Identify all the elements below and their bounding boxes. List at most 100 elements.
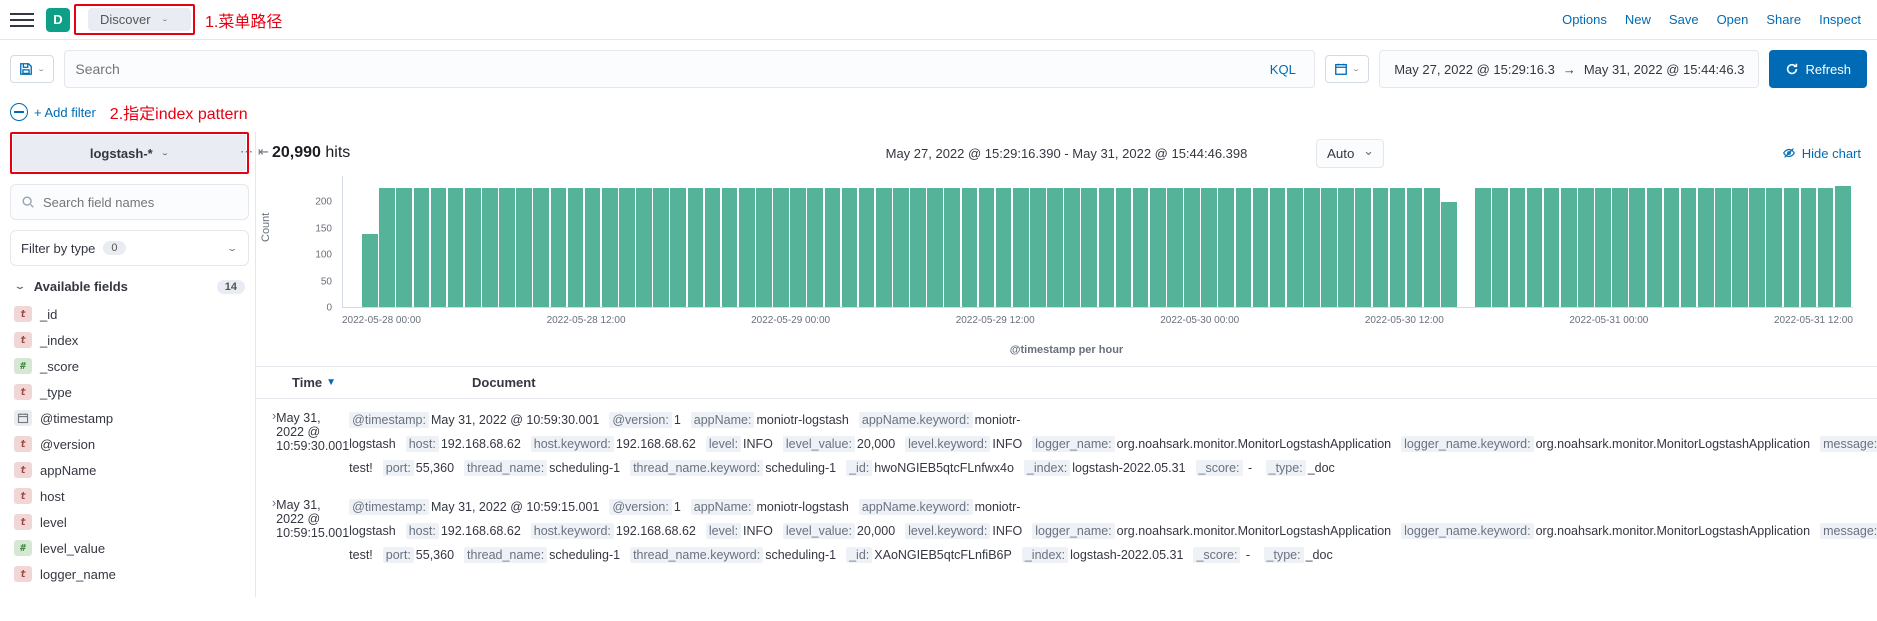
histogram-bar[interactable] xyxy=(1373,188,1389,307)
histogram-bar[interactable] xyxy=(516,188,532,307)
histogram-bar[interactable] xyxy=(1253,188,1269,307)
field-item[interactable]: t_type xyxy=(10,379,249,405)
histogram-bar[interactable] xyxy=(1766,188,1782,307)
histogram-bar[interactable] xyxy=(1167,188,1183,307)
histogram-bar[interactable] xyxy=(722,188,738,307)
col-time-header[interactable]: Time▼ xyxy=(292,375,472,390)
histogram-bar[interactable] xyxy=(585,188,601,307)
histogram-bar[interactable] xyxy=(927,188,943,307)
field-item[interactable]: thost xyxy=(10,483,249,509)
search-input[interactable] xyxy=(75,61,1261,77)
field-item[interactable]: t_id xyxy=(10,301,249,327)
histogram-bar[interactable] xyxy=(653,188,669,307)
col-document-header[interactable]: Document xyxy=(472,375,1861,390)
field-item[interactable]: tlogger_name xyxy=(10,561,249,587)
filter-options-icon[interactable] xyxy=(10,103,28,121)
field-item[interactable]: @timestamp xyxy=(10,405,249,431)
histogram-bar[interactable] xyxy=(1424,188,1440,307)
histogram-bar[interactable] xyxy=(979,188,995,307)
histogram-bar[interactable] xyxy=(825,188,841,307)
histogram-bar[interactable] xyxy=(533,188,549,307)
save-query-button[interactable]: ⌄ xyxy=(10,55,54,83)
histogram-bar[interactable] xyxy=(1081,188,1097,307)
histogram-bar[interactable] xyxy=(1184,188,1200,307)
histogram-bar[interactable] xyxy=(499,188,515,307)
histogram-bar[interactable] xyxy=(448,188,464,307)
histogram-bar[interactable] xyxy=(1681,188,1697,307)
histogram-bar[interactable] xyxy=(362,234,378,307)
field-item[interactable]: t@version xyxy=(10,431,249,457)
histogram-bar[interactable] xyxy=(619,188,635,307)
histogram-bar[interactable] xyxy=(1492,188,1508,307)
histogram-bar[interactable] xyxy=(1510,188,1526,307)
histogram-bar[interactable] xyxy=(1407,188,1423,307)
histogram-bar[interactable] xyxy=(688,188,704,307)
field-search-input[interactable] xyxy=(43,195,238,210)
histogram-bar[interactable] xyxy=(1801,188,1817,307)
field-item[interactable]: t_index xyxy=(10,327,249,353)
link-inspect[interactable]: Inspect xyxy=(1819,12,1861,27)
histogram-bar[interactable] xyxy=(1441,202,1457,307)
histogram-bar[interactable] xyxy=(1099,188,1115,307)
histogram-bar[interactable] xyxy=(1835,186,1851,307)
histogram-bar[interactable] xyxy=(1527,188,1543,307)
field-item[interactable]: tappName xyxy=(10,457,249,483)
histogram-bar[interactable] xyxy=(1595,188,1611,307)
histogram-bar[interactable] xyxy=(482,188,498,307)
histogram-bar[interactable] xyxy=(893,188,909,307)
histogram-bar[interactable] xyxy=(1784,188,1800,307)
histogram-bar[interactable] xyxy=(1064,188,1080,307)
index-pattern-select[interactable]: logstash-* ⌄ xyxy=(13,135,246,171)
histogram-bar[interactable] xyxy=(1698,188,1714,307)
histogram-bar[interactable] xyxy=(1629,188,1645,307)
histogram-bar[interactable] xyxy=(568,188,584,307)
histogram-bar[interactable] xyxy=(1270,188,1286,307)
field-item[interactable]: #level_value xyxy=(10,535,249,561)
histogram-bar[interactable] xyxy=(1578,188,1594,307)
histogram-bar[interactable] xyxy=(996,188,1012,307)
query-lang-toggle[interactable]: KQL xyxy=(1262,62,1304,77)
histogram-bar[interactable] xyxy=(1612,188,1628,307)
histogram-bar[interactable] xyxy=(859,188,875,307)
field-item[interactable]: #_score xyxy=(10,353,249,379)
breadcrumb-discover[interactable]: Discover ⌄ xyxy=(88,8,191,31)
histogram-bar[interactable] xyxy=(1047,188,1063,307)
filter-by-type[interactable]: Filter by type 0 ⌄ xyxy=(10,230,249,266)
histogram-bar[interactable] xyxy=(414,188,430,307)
histogram-bar[interactable] xyxy=(1390,188,1406,307)
field-item[interactable]: tlevel xyxy=(10,509,249,535)
field-search[interactable] xyxy=(10,184,249,220)
date-range[interactable]: May 27, 2022 @ 15:29:16.3 → May 31, 2022… xyxy=(1379,50,1759,88)
histogram-bar[interactable] xyxy=(1749,188,1765,307)
refresh-button[interactable]: Refresh xyxy=(1769,50,1867,88)
histogram-bar[interactable] xyxy=(1715,188,1731,307)
histogram-bar[interactable] xyxy=(602,188,618,307)
histogram-bar[interactable] xyxy=(1030,188,1046,307)
histogram-bar[interactable] xyxy=(962,188,978,307)
histogram-bar[interactable] xyxy=(1287,188,1303,307)
link-save[interactable]: Save xyxy=(1669,12,1699,27)
hide-chart-button[interactable]: Hide chart xyxy=(1782,146,1861,161)
histogram-bar[interactable] xyxy=(1475,188,1491,307)
histogram-bar[interactable] xyxy=(790,188,806,307)
histogram-bar[interactable] xyxy=(1818,188,1834,307)
histogram-bar[interactable] xyxy=(944,188,960,307)
histogram-bar[interactable] xyxy=(1561,188,1577,307)
histogram-bar[interactable] xyxy=(773,188,789,307)
histogram-bar[interactable] xyxy=(1013,188,1029,307)
histogram-bar[interactable] xyxy=(1647,188,1663,307)
histogram-bar[interactable] xyxy=(636,188,652,307)
interval-select[interactable]: Auto xyxy=(1316,139,1384,168)
histogram-bar[interactable] xyxy=(910,188,926,307)
histogram-bar[interactable] xyxy=(1304,188,1320,307)
link-new[interactable]: New xyxy=(1625,12,1651,27)
link-share[interactable]: Share xyxy=(1766,12,1801,27)
histogram-bar[interactable] xyxy=(1116,188,1132,307)
histogram-bar[interactable] xyxy=(465,188,481,307)
histogram-bar[interactable] xyxy=(1664,188,1680,307)
histogram-bar[interactable] xyxy=(705,188,721,307)
histogram-bar[interactable] xyxy=(431,188,447,307)
menu-toggle[interactable] xyxy=(10,8,34,32)
histogram-bar[interactable] xyxy=(1321,188,1337,307)
histogram-bar[interactable] xyxy=(739,188,755,307)
